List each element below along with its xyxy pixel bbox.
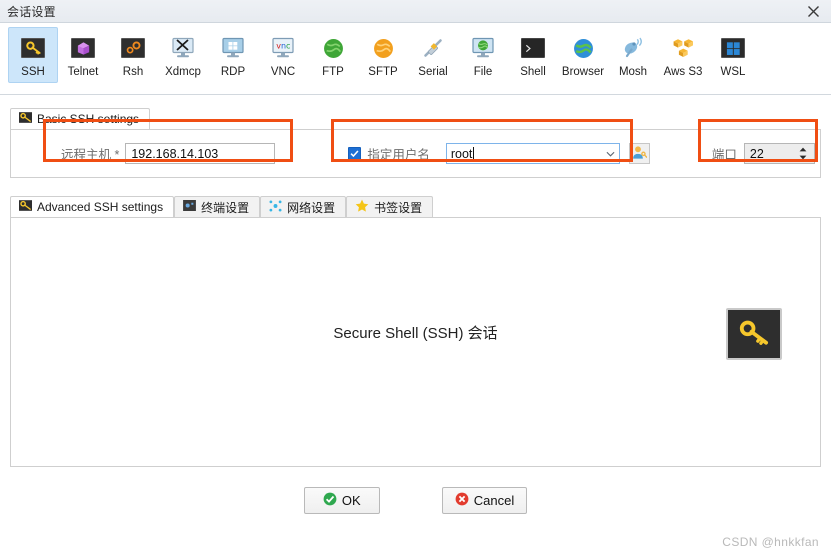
ok-button[interactable]: OK <box>303 487 380 514</box>
toolbar-item-aws-s3[interactable]: Aws S3 <box>658 27 708 83</box>
monitor-x-icon <box>170 35 196 61</box>
toolbar-item-wsl[interactable]: WSL <box>708 27 758 83</box>
toolbar-label: VNC <box>270 66 296 78</box>
monitor-windows-icon <box>220 35 246 61</box>
network-dots-icon <box>269 199 282 215</box>
close-icon <box>807 5 820 18</box>
tab-terminal-settings[interactable]: 终端设置 <box>174 196 261 217</box>
toolbar-item-shell[interactable]: Shell <box>508 27 558 83</box>
basic-settings-row: 远程主机 * 指定用户名 root <box>11 119 820 177</box>
specify-username-label: 指定用户名 <box>367 148 430 162</box>
session-type-toolbar: SSH Telnet Rsh Xdmcp RDP v n c VNC FTP S… <box>0 23 831 95</box>
toolbar-label: File <box>473 66 493 78</box>
settings-sheet: Basic SSH settings 远程主机 * 指定用户名 root <box>0 95 831 514</box>
remote-host-label: 远程主机 * <box>61 148 120 162</box>
tab-label: 书签设置 <box>374 200 423 215</box>
user-key-icon-button[interactable] <box>628 143 650 164</box>
toolbar-item-ssh[interactable]: SSH <box>8 27 58 83</box>
toolbar-item-file[interactable]: File <box>458 27 508 83</box>
remote-host-input[interactable] <box>125 143 276 164</box>
window-title: 会话设置 <box>7 4 56 19</box>
svg-text:c: c <box>286 42 290 51</box>
key-icon <box>737 319 771 350</box>
toolbar-item-xdmcp[interactable]: Xdmcp <box>158 27 208 83</box>
terminal-blue-icon <box>183 200 196 214</box>
toolbar-item-vnc[interactable]: v n c VNC <box>258 27 308 83</box>
tab-basic-ssh-settings[interactable]: Basic SSH settings <box>10 108 151 129</box>
chevron-down-icon[interactable] <box>602 144 619 163</box>
title-bar: 会话设置 <box>0 0 831 23</box>
specify-username-checkbox[interactable] <box>348 147 362 160</box>
port-value: 22 <box>749 146 764 161</box>
orange-globe-icon <box>370 35 396 61</box>
toolbar-label: Mosh <box>618 66 648 78</box>
toolbar-item-mosh[interactable]: Mosh <box>608 27 658 83</box>
toolbar-label: WSL <box>720 66 746 78</box>
tab-label: Advanced SSH settings <box>37 200 164 214</box>
toolbar-label: Rsh <box>122 66 144 78</box>
star-icon <box>355 199 369 215</box>
close-button[interactable] <box>795 0 831 22</box>
advanced-tabstrip: Advanced SSH settings 终端设置 网络设置 书签设置 <box>10 195 821 217</box>
toolbar-label: Shell <box>520 66 546 78</box>
monitor-globe-icon <box>470 35 496 61</box>
toolbar-label: SSH <box>21 66 45 78</box>
tab-label: 终端设置 <box>201 200 250 215</box>
orange-gears-icon <box>120 35 146 61</box>
toolbar-item-sftp[interactable]: SFTP <box>358 27 408 83</box>
toolbar-item-rdp[interactable]: RDP <box>208 27 258 83</box>
key-icon <box>19 200 32 214</box>
port-label: 端口 <box>711 148 737 162</box>
windows-logo-icon <box>720 35 746 61</box>
advanced-settings-panel: Secure Shell (SSH) 会话 <box>10 217 821 467</box>
basic-settings-panel: 远程主机 * 指定用户名 root <box>10 119 821 178</box>
tab-bookmark-settings[interactable]: 书签设置 <box>346 196 434 217</box>
cancel-label: Cancel <box>473 493 515 508</box>
toolbar-label: SFTP <box>368 66 398 78</box>
green-globe-icon <box>320 35 346 61</box>
toolbar-item-rsh[interactable]: Rsh <box>108 27 158 83</box>
blue-globe-icon <box>570 35 596 61</box>
terminal-icon <box>520 35 546 61</box>
tab-label: Basic SSH settings <box>37 112 140 126</box>
toolbar-label: Serial <box>418 66 448 78</box>
user-key-icon <box>632 145 648 163</box>
chevron-down-icon <box>799 155 807 160</box>
stepper-arrows[interactable] <box>796 144 814 163</box>
serial-cable-icon <box>420 35 446 61</box>
monitor-vnc-icon: v n c <box>270 35 296 61</box>
tab-network-settings[interactable]: 网络设置 <box>260 196 347 217</box>
tab-advanced-ssh-settings[interactable]: Advanced SSH settings <box>10 196 175 217</box>
toolbar-label: FTP <box>322 66 344 78</box>
toolbar-item-telnet[interactable]: Telnet <box>58 27 108 83</box>
username-value: root <box>450 146 475 161</box>
cancel-button[interactable]: Cancel <box>441 487 528 514</box>
key-icon <box>19 112 32 126</box>
toolbar-item-browser[interactable]: Browser <box>558 27 608 83</box>
key-icon <box>20 35 46 61</box>
chevron-up-icon <box>799 147 807 152</box>
toolbar-item-serial[interactable]: Serial <box>408 27 458 83</box>
toolbar-item-ftp[interactable]: FTP <box>308 27 358 83</box>
username-combobox[interactable]: root <box>445 143 620 164</box>
toolbar-label: Telnet <box>67 66 99 78</box>
tab-label: 网络设置 <box>287 200 336 215</box>
check-circle-icon <box>323 492 337 509</box>
x-circle-icon <box>455 492 469 509</box>
purple-cube-icon <box>70 35 96 61</box>
toolbar-label: Xdmcp <box>165 66 201 78</box>
ok-label: OK <box>341 493 361 508</box>
session-key-badge <box>726 308 782 360</box>
toolbar-label: Aws S3 <box>663 66 703 78</box>
basic-tabstrip: Basic SSH settings <box>10 107 821 129</box>
port-stepper[interactable]: 22 <box>743 143 815 164</box>
session-description: Secure Shell (SSH) 会话 <box>333 325 498 342</box>
satellite-dish-icon <box>620 35 646 61</box>
dialog-buttons: OK Cancel <box>10 487 821 514</box>
watermark: CSDN @hnkkfan <box>722 535 819 549</box>
aws-cubes-icon <box>670 35 696 61</box>
toolbar-label: RDP <box>220 66 246 78</box>
toolbar-label: Browser <box>561 66 605 78</box>
